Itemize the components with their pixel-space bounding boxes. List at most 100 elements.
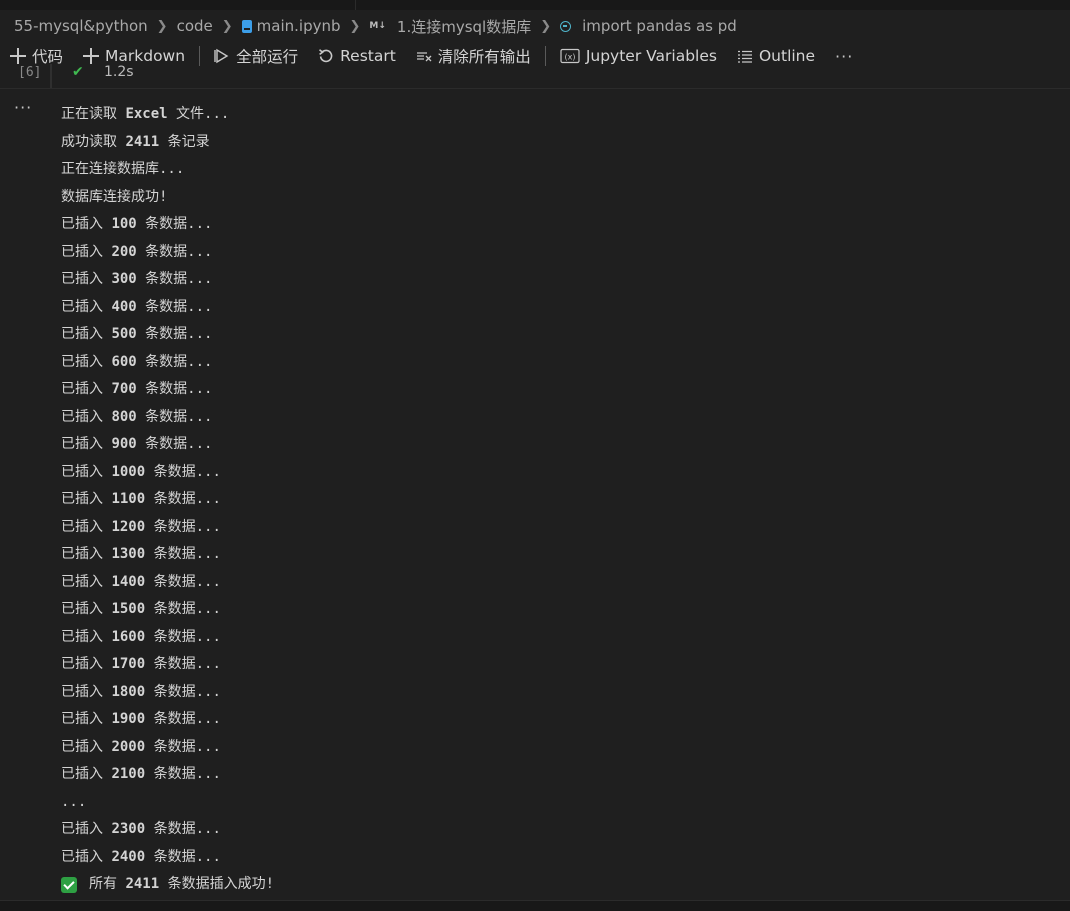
output-value: 2411 <box>125 133 160 150</box>
output-value: 500 <box>111 326 137 342</box>
execution-count: [6] <box>18 65 42 80</box>
output-text: 已插入 <box>61 738 112 755</box>
editor-tab-strip <box>0 0 1070 10</box>
restart-label: Restart <box>340 47 396 65</box>
breadcrumb-markdown-section[interactable]: M↓ 1.连接mysql数据库 <box>369 16 531 37</box>
output-text: 已插入 <box>61 628 112 645</box>
more-actions-button[interactable]: ··· <box>833 47 855 66</box>
output-line: ... <box>61 789 1041 817</box>
output-line: 已插入 800 条数据... <box>61 404 1041 432</box>
output-text: 条数据... <box>145 491 221 507</box>
notebook-editor: 55-mysql&python ❯ code ❯ main.ipynb ❯ M↓… <box>0 0 1070 911</box>
output-text: 条数据... <box>136 408 213 425</box>
output-value: 1600 <box>111 628 146 645</box>
variables-icon: (x) <box>560 48 580 64</box>
outline-button[interactable]: Outline <box>735 47 817 65</box>
output-text: 条数据... <box>136 353 213 370</box>
output-line: 已插入 2400 条数据... <box>61 844 1041 872</box>
toolbar-divider <box>199 46 201 66</box>
output-text: 已插入 <box>61 353 112 370</box>
output-text: 已插入 <box>61 436 112 452</box>
output-text: 已插入 <box>61 711 112 727</box>
toolbar-divider <box>544 46 546 66</box>
output-line: 已插入 1400 条数据... <box>61 569 1041 597</box>
execution-duration: 1.2s <box>104 64 134 80</box>
output-value: 2000 <box>111 738 146 755</box>
variables-label: Jupyter Variables <box>585 47 717 65</box>
output-text: 条数据... <box>145 848 221 865</box>
outline-label: Outline <box>758 47 816 65</box>
output-text: 条数据... <box>145 546 221 562</box>
breadcrumb-folder-code[interactable]: code <box>177 17 213 35</box>
output-value: 100 <box>111 216 137 232</box>
output-line: 已插入 700 条数据... <box>61 376 1041 404</box>
output-line: 已插入 300 条数据... <box>61 266 1041 294</box>
output-line: 已插入 200 条数据... <box>61 239 1041 267</box>
output-value: 200 <box>111 243 137 260</box>
output-line: 已插入 1000 条数据... <box>61 459 1041 487</box>
add-markdown-cell-button[interactable]: Markdown <box>81 47 187 65</box>
breadcrumb-label: 1.连接mysql数据库 <box>396 17 532 36</box>
chevron-right-icon: ❯ <box>156 18 168 34</box>
output-text: 条数据插入成功! <box>159 876 275 892</box>
run-all-icon <box>214 48 229 64</box>
output-actions-button[interactable]: ··· <box>14 98 32 117</box>
output-value: 400 <box>111 298 137 315</box>
plus-icon <box>10 48 26 64</box>
output-line: 成功读取 2411 条记录 <box>61 129 1041 157</box>
restart-kernel-button[interactable]: Restart <box>316 47 398 65</box>
output-value: 1200 <box>111 518 146 535</box>
bottom-edge <box>0 900 1070 911</box>
output-line-success: 所有 2411 条数据插入成功! <box>61 871 1041 899</box>
output-value: 700 <box>111 381 137 397</box>
output-text: 条数据... <box>136 298 213 315</box>
output-value: 2100 <box>111 766 146 782</box>
cell-output: 正在读取 Excel 文件... 成功读取 2411 条记录 正在连接数据库... 数… <box>61 101 1041 899</box>
output-line: 已插入 1800 条数据... <box>61 679 1041 707</box>
output-line: 已插入 1900 条数据... <box>61 706 1041 734</box>
output-text: 条数据... <box>145 766 221 782</box>
output-line: 已插入 2300 条数据... <box>61 816 1041 844</box>
output-text: 条数据... <box>145 628 221 645</box>
output-text: 已插入 <box>61 546 112 562</box>
output-value: 1700 <box>111 656 146 672</box>
output-line: 已插入 1100 条数据... <box>61 486 1041 514</box>
breadcrumb-code-cell[interactable]: import pandas as pd <box>560 17 737 35</box>
output-text: 已插入 <box>61 243 112 260</box>
output-text: 条数据... <box>145 601 221 617</box>
output-line: 数据库连接成功! <box>61 184 1041 212</box>
output-text: 已插入 <box>61 408 112 425</box>
breadcrumb-folder-root[interactable]: 55-mysql&python <box>14 17 148 35</box>
output-text: 已插入 <box>61 216 112 232</box>
output-line: 已插入 2100 条数据... <box>61 761 1041 789</box>
chevron-right-icon: ❯ <box>540 18 552 34</box>
output-text: 所有 <box>89 876 126 892</box>
output-text: 条数据... <box>136 271 213 287</box>
output-text: 条数据... <box>136 243 213 260</box>
output-text: 已插入 <box>61 271 112 287</box>
add-markdown-label: Markdown <box>105 47 186 65</box>
breadcrumb-file-notebook[interactable]: main.ipynb <box>241 17 341 35</box>
output-text: 已插入 <box>61 463 112 480</box>
check-mark-icon <box>61 876 77 893</box>
python-symbol-icon <box>560 20 572 32</box>
cell-status-row: [6] ✔ 1.2s <box>0 64 1070 88</box>
output-text: 数据库连接成功! <box>61 188 168 205</box>
output-line: 正在连接数据库... <box>61 156 1041 184</box>
output-line: 已插入 600 条数据... <box>61 349 1041 377</box>
output-line: 已插入 1300 条数据... <box>61 541 1041 569</box>
output-text: 已插入 <box>61 491 112 507</box>
output-value: 1300 <box>111 546 146 562</box>
output-text: 条数据... <box>145 683 221 700</box>
output-value: 1900 <box>111 711 146 727</box>
output-line: 已插入 900 条数据... <box>61 431 1041 459</box>
restart-icon <box>319 49 333 63</box>
jupyter-variables-button[interactable]: (x) Jupyter Variables <box>558 47 719 65</box>
output-text: 已插入 <box>61 326 112 342</box>
output-value: 2411 <box>125 876 160 892</box>
outline-list-icon <box>737 50 752 63</box>
output-text: 正在连接数据库... <box>61 161 185 177</box>
cell-focus-indicator[interactable] <box>50 64 52 88</box>
output-ellipsis: ... <box>61 793 87 810</box>
output-line: 已插入 1600 条数据... <box>61 624 1041 652</box>
